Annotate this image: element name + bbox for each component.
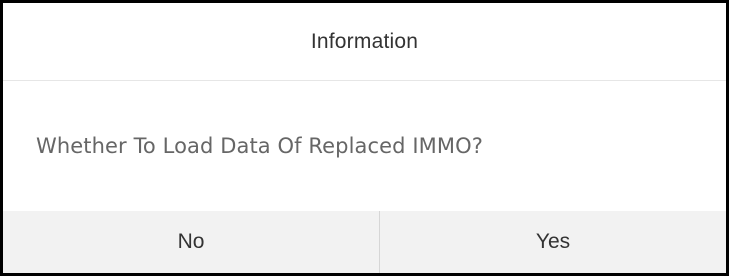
dialog-header: Information bbox=[3, 3, 726, 81]
dialog-body: Whether To Load Data Of Replaced IMMO? bbox=[3, 81, 726, 211]
dialog-message: Whether To Load Data Of Replaced IMMO? bbox=[36, 134, 483, 158]
information-dialog: Information Whether To Load Data Of Repl… bbox=[3, 3, 726, 273]
yes-button[interactable]: Yes bbox=[380, 211, 726, 273]
dialog-title: Information bbox=[310, 29, 419, 53]
dialog-footer: No Yes bbox=[3, 211, 726, 273]
no-button[interactable]: No bbox=[3, 211, 380, 273]
